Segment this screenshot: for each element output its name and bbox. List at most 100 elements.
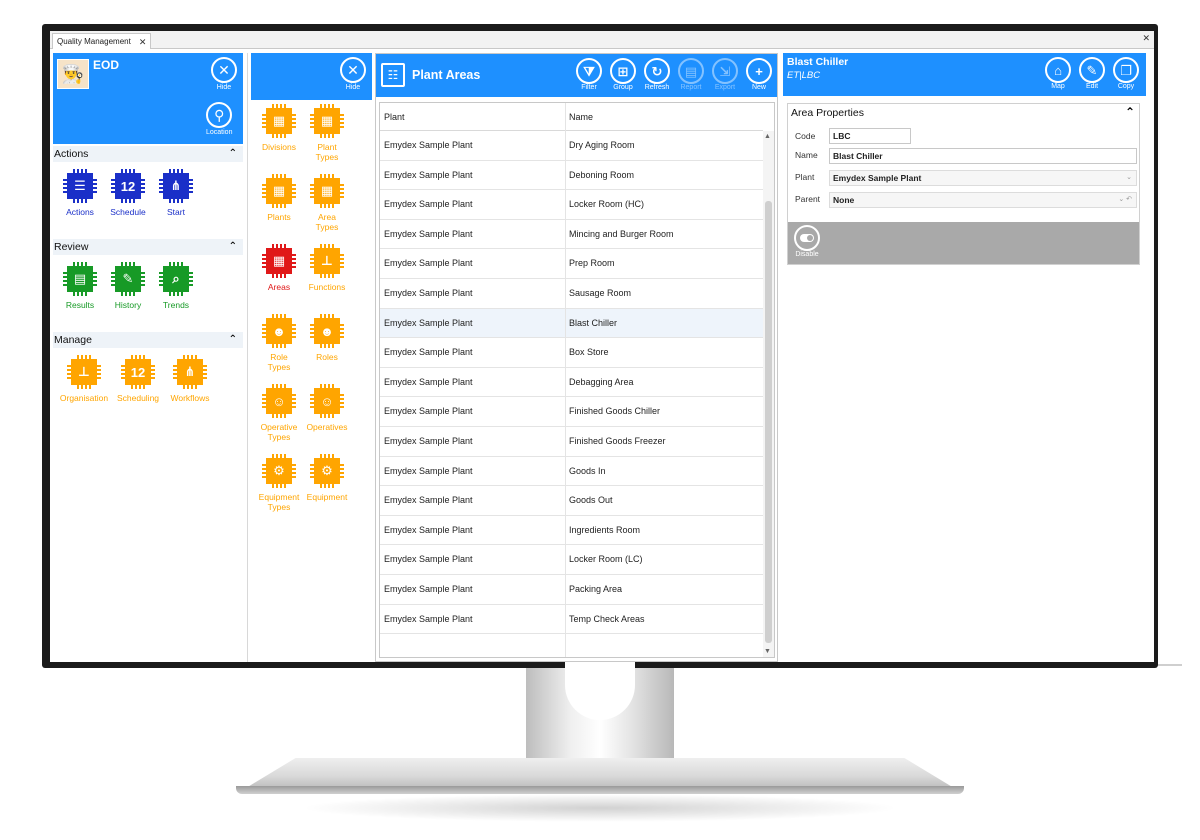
tile-start[interactable]: ⋔ Start — [151, 169, 201, 217]
section-actions-header[interactable]: Actions ⌃ — [53, 146, 243, 162]
section-review-header[interactable]: Review ⌃ — [53, 239, 243, 255]
cell-plant: Emydex Sample Plant — [384, 554, 473, 565]
detail-header: Blast Chiller ET|LBC ⌂ Map ✎ Edit ❐ Copy — [783, 53, 1146, 96]
cell-name: Box Store — [569, 347, 609, 358]
section-manage-header[interactable]: Manage ⌃ — [53, 332, 243, 348]
tile-label: Divisions — [261, 142, 296, 152]
tile-equipment-types[interactable]: ⚙ Equipment Types — [254, 454, 304, 512]
tile-workflows[interactable]: ⋔ Workflows — [165, 355, 215, 403]
location-button[interactable]: ⚲ Location — [206, 102, 232, 136]
map-button[interactable]: ⌂ Map — [1041, 57, 1075, 90]
export-button[interactable]: ⇲ Export — [708, 58, 742, 91]
table-row[interactable]: Emydex Sample Plant Prep Room — [380, 249, 763, 279]
table-row[interactable]: Emydex Sample Plant Ingredients Room — [380, 516, 763, 546]
parent-select[interactable]: None ⌄ ↶ — [829, 192, 1137, 208]
tile-label: Equipment — [306, 492, 348, 502]
filter-button[interactable]: ⧩ Filter — [572, 58, 606, 91]
copy-button[interactable]: ❐ Copy — [1109, 57, 1143, 90]
close-icon: ✕ — [340, 57, 366, 83]
organisation-icon: ⊥ — [67, 355, 101, 389]
plant-areas-header: ☷ Plant Areas ⧩ Filter ⊞ Group ↻ Refresh… — [376, 54, 777, 97]
table-row[interactable]: Emydex Sample Plant Mincing and Burger Ro… — [380, 220, 763, 250]
cell-plant: Emydex Sample Plant — [384, 288, 473, 298]
tile-functions[interactable]: ⊥ Functions — [302, 244, 352, 292]
vertical-scrollbar[interactable]: ▲ ▼ — [763, 131, 774, 657]
tile-operative-types[interactable]: ☺ Operative Types — [254, 384, 304, 442]
tile-equipment[interactable]: ⚙ Equipment — [302, 454, 352, 502]
scroll-up-icon[interactable]: ▲ — [764, 133, 771, 140]
disable-label: Disable — [795, 251, 819, 258]
document-tab-strip: Quality Management ✕ ✕ — [50, 31, 1154, 49]
code-field[interactable]: LBC — [829, 128, 911, 144]
tab-close-icon[interactable]: ✕ — [139, 35, 147, 49]
table-row[interactable]: Emydex Sample Plant Box Store — [380, 338, 763, 368]
report-button[interactable]: ▤ Report — [674, 58, 708, 91]
tile-schedule[interactable]: 12 Schedule — [103, 169, 153, 217]
tile-label: Plants — [267, 212, 291, 222]
table-row[interactable]: Emydex Sample Plant Blast Chiller — [380, 308, 763, 339]
tile-results[interactable]: ▤ Results — [55, 262, 105, 310]
tile-organisation[interactable]: ⊥ Organisation — [59, 355, 109, 403]
column-header-plant[interactable]: Plant — [380, 103, 405, 131]
table-row[interactable]: Emydex Sample Plant Dry Aging Room — [380, 131, 763, 161]
tile-operatives[interactable]: ☺ Operatives — [302, 384, 352, 432]
tab-quality-management[interactable]: Quality Management ✕ — [52, 33, 152, 49]
window-close-icon[interactable]: ✕ — [1142, 33, 1150, 44]
tile-divisions[interactable]: ▦ Divisions — [254, 104, 304, 152]
avatar: 👨‍🍳 — [57, 59, 89, 89]
cell-plant: Emydex Sample Plant — [384, 228, 473, 239]
tile-trends[interactable]: ⌕ Trends — [151, 262, 201, 310]
table-row[interactable]: Emydex Sample Plant Goods Out — [380, 486, 763, 516]
scrollbar-thumb[interactable] — [765, 201, 772, 643]
disable-button[interactable]: Disable — [794, 225, 820, 258]
organisation-hide-button[interactable]: ✕ Hide — [340, 57, 366, 91]
edit-button[interactable]: ✎ Edit — [1075, 57, 1109, 90]
table-row[interactable]: Emydex Sample Plant Deboning Room — [380, 161, 763, 191]
cell-name: Packing Area — [569, 584, 623, 594]
table-row[interactable]: Emydex Sample Plant Temp Check Areas — [380, 605, 763, 635]
plant-select[interactable]: Emydex Sample Plant ⌄ — [829, 170, 1137, 186]
name-label: Name — [795, 150, 818, 160]
table-row[interactable]: Emydex Sample Plant Packing Area — [380, 575, 763, 605]
tile-area-types[interactable]: ▦ Area Types — [302, 174, 352, 232]
monitor-base — [246, 758, 954, 788]
cell-name: Dry Aging Room — [569, 140, 635, 150]
tile-label: Actions — [66, 207, 94, 217]
actions-icon: ☰ — [63, 169, 97, 203]
tile-role-types[interactable]: ☻ Role Types — [254, 314, 304, 372]
nav-hide-button[interactable]: ✕ Hide — [211, 57, 237, 91]
tile-plant-types[interactable]: ▦ Plant Types — [302, 104, 352, 162]
table-row[interactable]: Emydex Sample Plant Sausage Room — [380, 279, 763, 309]
table-row[interactable]: Emydex Sample Plant Debagging Area — [380, 368, 763, 398]
refresh-button[interactable]: ↻ Refresh — [640, 58, 674, 91]
tile-scheduling[interactable]: 12 Scheduling — [113, 355, 163, 403]
table-row[interactable]: Emydex Sample Plant Finished Goods Chille… — [380, 397, 763, 427]
cell-name: Sausage Room — [569, 288, 632, 298]
new-button[interactable]: + New — [742, 58, 776, 91]
tab-title: Quality Management — [57, 36, 131, 46]
group-button[interactable]: ⊞ Group — [606, 58, 640, 91]
tile-label: History — [114, 300, 142, 310]
export-icon: ⇲ — [712, 58, 738, 84]
plants-icon: ▦ — [262, 174, 296, 208]
cell-plant: Emydex Sample Plant — [384, 140, 473, 150]
nav-header: 👨‍🍳 EOD ✕ Hide ⚲ Location — [53, 53, 243, 144]
table-row[interactable]: Emydex Sample Plant Locker Room (HC) — [380, 190, 763, 220]
tile-actions[interactable]: ☰ Actions — [55, 169, 105, 217]
tile-roles[interactable]: ☻ Roles — [302, 314, 352, 362]
panel-title: Plant Areas — [412, 68, 481, 82]
table-row[interactable]: Emydex Sample Plant Finished Goods Freeze… — [380, 427, 763, 457]
tile-plants[interactable]: ▦ Plants — [254, 174, 304, 222]
table-row[interactable]: Emydex Sample Plant Goods In — [380, 457, 763, 487]
table-row[interactable]: Emydex Sample Plant Locker Room (LC) — [380, 545, 763, 575]
column-header-name[interactable]: Name — [565, 103, 593, 131]
tile-label-line2: Types — [267, 502, 291, 512]
tile-areas[interactable]: ▦ Areas — [254, 244, 304, 292]
tool-label: Filter — [581, 84, 597, 91]
name-field[interactable]: Blast Chiller — [829, 148, 1137, 164]
chevron-up-icon[interactable]: ⌃ — [1125, 105, 1135, 119]
tile-history[interactable]: ✎ History — [103, 262, 153, 310]
scroll-down-icon[interactable]: ▼ — [764, 648, 771, 655]
tile-label: Equipment — [258, 492, 300, 502]
history-icon: ✎ — [111, 262, 145, 296]
